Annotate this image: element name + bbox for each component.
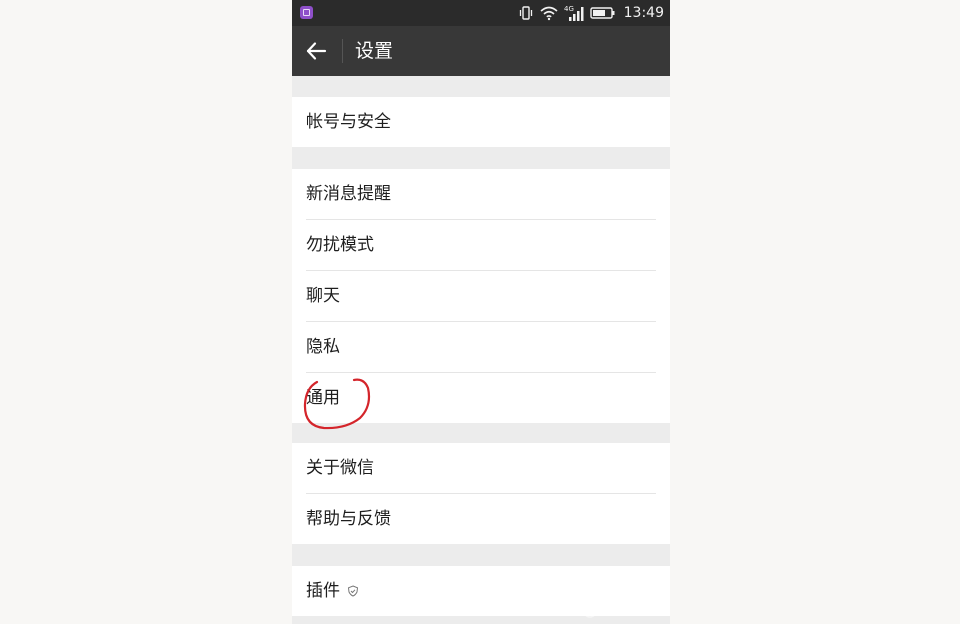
- status-time: 13:49: [623, 5, 664, 21]
- settings-item-label: 勿扰模式: [306, 235, 374, 255]
- cellular-signal-icon: 4G: [564, 5, 584, 21]
- settings-item-new-message-alerts[interactable]: 新消息提醒: [292, 169, 670, 219]
- settings-section-about: 关于微信 帮助与反馈: [292, 443, 670, 544]
- settings-item-label: 新消息提醒: [306, 184, 391, 204]
- settings-item-label: 帐号与安全: [306, 112, 391, 132]
- page-title: 设置: [355, 40, 394, 62]
- settings-item-privacy[interactable]: 隐私: [306, 321, 656, 372]
- settings-item-label: 关于微信: [306, 458, 374, 478]
- wifi-icon: [540, 6, 558, 21]
- app-notification-icon: [300, 6, 313, 19]
- back-button[interactable]: [302, 36, 332, 66]
- vibrate-icon: [519, 6, 532, 20]
- battery-icon: [589, 7, 615, 19]
- settings-item-chats[interactable]: 聊天: [306, 270, 656, 321]
- settings-item-about-wechat[interactable]: 关于微信: [292, 443, 670, 493]
- settings-item-label: 帮助与反馈: [306, 509, 391, 529]
- arrow-left-icon: [306, 42, 327, 60]
- settings-item-do-not-disturb[interactable]: 勿扰模式: [306, 219, 656, 270]
- network-type-label: 4G: [564, 5, 574, 13]
- action-bar: 设置: [292, 26, 670, 76]
- shield-outline-icon: [347, 585, 359, 597]
- settings-item-help-feedback[interactable]: 帮助与反馈: [306, 493, 656, 544]
- settings-item-general[interactable]: 通用: [306, 372, 656, 423]
- settings-section-account: 帐号与安全: [292, 97, 670, 147]
- header-divider: [342, 39, 343, 63]
- settings-item-label: 聊天: [306, 286, 340, 306]
- settings-item-label: 通用: [306, 388, 340, 408]
- settings-item-label: 插件: [306, 581, 340, 601]
- status-icons: 4G 13:49: [518, 0, 664, 26]
- phone-screen: 4G 13:49 设置 帐号与安全 新消息提醒 勿扰模式 聊天 隐私 通用 关于…: [292, 0, 670, 624]
- settings-section-general: 新消息提醒 勿扰模式 聊天 隐私 通用: [292, 169, 670, 423]
- status-bar: 4G 13:49: [292, 0, 670, 26]
- settings-item-account-security[interactable]: 帐号与安全: [292, 97, 670, 147]
- settings-item-label: 隐私: [306, 337, 340, 357]
- watermark-logo-icon: [583, 604, 656, 618]
